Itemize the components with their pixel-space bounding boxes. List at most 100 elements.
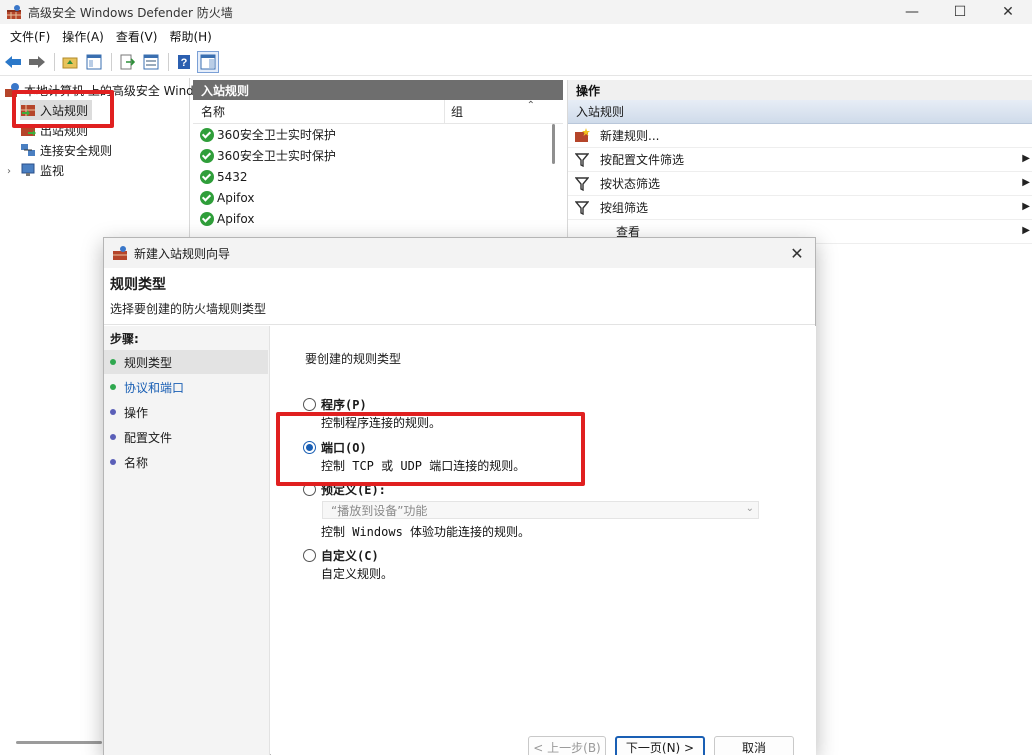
rules-pane-header: 入站规则: [193, 80, 563, 100]
svg-text:?: ?: [181, 57, 188, 69]
column-group[interactable]: 组: [445, 103, 463, 120]
highlight-box-port: [276, 412, 585, 486]
submenu-arrow-icon: ▶: [1022, 177, 1030, 188]
tree-item-monitor[interactable]: 监视: [20, 160, 64, 180]
step-name[interactable]: 名称: [104, 450, 268, 474]
submenu-arrow-icon: ▶: [1022, 153, 1030, 164]
radio-custom[interactable]: [303, 549, 316, 562]
help-button[interactable]: ?: [173, 51, 195, 73]
menu-view[interactable]: 查看(V): [110, 28, 164, 45]
firewall-icon: [113, 246, 127, 260]
properties-button[interactable]: [140, 51, 162, 73]
dialog-title: 新建入站规则向导: [134, 246, 231, 261]
menu-file[interactable]: 文件(F): [4, 28, 56, 45]
help-icon: ?: [178, 54, 190, 69]
table-row[interactable]: Apifox: [193, 187, 563, 208]
table-row[interactable]: 360安全卫士实时保护: [193, 145, 563, 166]
firewall-icon: [6, 4, 22, 20]
table-row[interactable]: Apifox: [193, 208, 563, 229]
table-row[interactable]: 360安全卫士实时保护: [193, 124, 563, 145]
window-title: 高级安全 Windows Defender 防火墙: [28, 5, 233, 20]
back-wizard-button[interactable]: < 上一步(B): [528, 736, 606, 755]
steps-title: 步骤:: [110, 332, 139, 346]
step-dot-icon: [110, 434, 116, 440]
radio-program[interactable]: [303, 398, 316, 411]
dialog-header: 规则类型 选择要创建的防火墙规则类型: [104, 268, 815, 325]
column-name[interactable]: 名称: [193, 99, 445, 124]
arrow-left-icon: [5, 55, 21, 68]
dialog-title-bar: 新建入站规则向导 ✕: [104, 238, 815, 268]
enabled-check-icon: [200, 127, 214, 142]
rules-column-header: 名称 组 ⌃: [193, 99, 563, 124]
submenu-arrow-icon: ▶: [1022, 201, 1030, 212]
enabled-check-icon: [200, 148, 214, 163]
new-inbound-rule-wizard: 新建入站规则向导 ✕ 规则类型 选择要创建的防火墙规则类型 步骤: 规则类型 协…: [103, 237, 816, 755]
enabled-check-icon: [200, 211, 214, 226]
toolbar-separator: [168, 52, 169, 71]
menu-bar: 文件(F) 操作(A) 查看(V) 帮助(H): [0, 24, 1032, 48]
tree-horizontal-scrollbar[interactable]: [16, 741, 102, 744]
toolbar-separator: [54, 52, 55, 71]
dialog-heading: 规则类型: [110, 277, 166, 293]
tree-item-connection-security-rules[interactable]: 连接安全规则: [20, 140, 112, 160]
actions-pane-header: 操作: [568, 80, 1032, 100]
step-rule-type[interactable]: 规则类型: [104, 350, 268, 374]
console-tree-icon: [86, 54, 102, 69]
arrow-right-icon: [29, 55, 45, 68]
minimize-button[interactable]: —: [888, 0, 936, 24]
chevron-down-icon: ⌄: [745, 503, 754, 514]
cancel-button[interactable]: 取消: [714, 736, 794, 755]
close-button[interactable]: ✕: [984, 0, 1032, 24]
monitor-icon: [20, 162, 36, 178]
forward-button[interactable]: [26, 51, 48, 73]
submenu-arrow-icon: ▶: [1022, 225, 1030, 236]
show-tree-button[interactable]: [83, 51, 105, 73]
toolbar-separator: [111, 52, 112, 71]
filter-icon: [574, 200, 590, 216]
show-action-pane-button[interactable]: [197, 50, 219, 73]
rule-type-question: 要创建的规则类型: [305, 352, 402, 366]
filter-icon: [574, 152, 590, 168]
action-filter-by-state[interactable]: 按状态筛选 ▶: [568, 172, 1032, 196]
wizard-steps: 步骤: 规则类型 协议和端口 操作 配置文件 名称: [104, 326, 270, 755]
dialog-subheading: 选择要创建的防火墙规则类型: [110, 302, 267, 316]
maximize-button[interactable]: ☐: [936, 0, 984, 24]
enabled-check-icon: [200, 190, 214, 205]
back-button[interactable]: [2, 51, 24, 73]
title-bar: 高级安全 Windows Defender 防火墙 — ☐ ✕: [0, 0, 1032, 24]
toolbar: ?: [0, 48, 1032, 76]
actions-group-inbound[interactable]: 入站规则: [568, 100, 1032, 124]
step-dot-icon: [110, 409, 116, 415]
highlight-box-inbound: [12, 90, 114, 128]
new-rule-icon: [574, 127, 590, 144]
up-folder-button[interactable]: [59, 51, 81, 73]
menu-action[interactable]: 操作(A): [56, 28, 110, 45]
step-dot-icon: [110, 359, 116, 365]
wizard-content: 要创建的规则类型 程序(P) 控制程序连接的规则。 端口(O) 控制 TCP 或…: [271, 326, 816, 755]
step-action[interactable]: 操作: [104, 400, 268, 424]
connection-security-icon: [20, 142, 36, 158]
filter-icon: [574, 176, 590, 192]
dialog-close-button[interactable]: ✕: [787, 243, 807, 263]
folder-up-icon: [62, 57, 78, 68]
export-list-button[interactable]: [116, 51, 138, 73]
rules-vertical-scrollbar[interactable]: [552, 124, 555, 164]
predefined-combo[interactable]: “播放到设备”功能 ⌄: [322, 501, 759, 519]
step-protocol-ports[interactable]: 协议和端口: [104, 375, 268, 399]
table-row[interactable]: 5432: [193, 166, 563, 187]
chevron-right-icon[interactable]: ›: [7, 166, 11, 177]
step-profile[interactable]: 配置文件: [104, 425, 268, 449]
properties-icon: [143, 54, 159, 69]
option-predefined-desc: 控制 Windows 体验功能连接的规则。: [321, 525, 531, 539]
next-button[interactable]: 下一页(N) >: [615, 736, 705, 755]
option-custom[interactable]: 自定义(C) 自定义规则。: [303, 547, 393, 582]
sort-up-icon: ⌃: [526, 100, 535, 111]
action-filter-by-profile[interactable]: 按配置文件筛选 ▶: [568, 148, 1032, 172]
enabled-check-icon: [200, 169, 214, 184]
action-pane-icon: [200, 54, 216, 69]
menu-help[interactable]: 帮助(H): [163, 28, 217, 45]
action-new-rule[interactable]: 新建规则...: [568, 124, 1032, 148]
step-dot-icon: [110, 459, 116, 465]
step-dot-icon: [110, 384, 116, 390]
action-filter-by-group[interactable]: 按组筛选 ▶: [568, 196, 1032, 220]
